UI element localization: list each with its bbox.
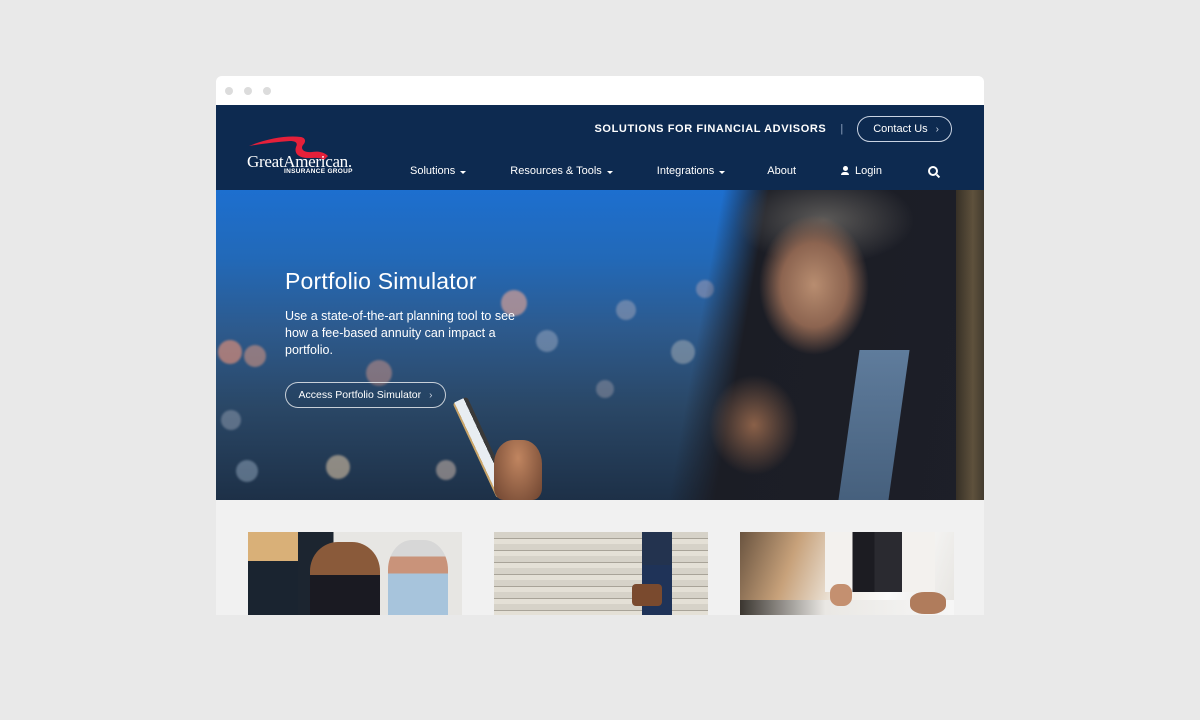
logo-subtitle: INSURANCE GROUP (284, 168, 353, 175)
window-close-button[interactable] (225, 86, 233, 95)
main-nav: Solutions Resources & Tools Integrations… (410, 163, 938, 179)
hero-banner: Portfolio Simulator Use a state-of-the-a… (216, 190, 984, 500)
hero-content: Portfolio Simulator Use a state-of-the-a… (285, 268, 525, 408)
user-icon (840, 166, 850, 176)
nav-solutions[interactable]: Solutions (410, 165, 467, 177)
browser-chrome (216, 76, 984, 105)
nav-about[interactable]: About (767, 165, 796, 177)
search-button[interactable] (927, 166, 938, 176)
window-maximize-button[interactable] (263, 86, 271, 95)
window-minimize-button[interactable] (244, 86, 252, 95)
contact-us-button[interactable]: Contact Us › (857, 116, 952, 142)
chevron-right-icon: › (429, 389, 433, 401)
browser-window: GreatAmerican. INSURANCE GROUP SOLUTIONS… (216, 76, 984, 615)
caret-down-icon (719, 170, 726, 174)
nav-login-label: Login (855, 165, 882, 177)
hero-description: Use a state-of-the-art planning tool to … (285, 309, 515, 357)
nav-resources-tools[interactable]: Resources & Tools (510, 165, 613, 177)
site-header: GreatAmerican. INSURANCE GROUP SOLUTIONS… (216, 105, 984, 190)
chevron-right-icon: › (935, 123, 939, 135)
nav-integrations[interactable]: Integrations (656, 165, 726, 177)
hero-title: Portfolio Simulator (285, 268, 477, 294)
access-portfolio-simulator-label: Access Portfolio Simulator (298, 389, 422, 401)
nav-integrations-label: Integrations (656, 165, 715, 177)
utility-separator: | (840, 123, 844, 135)
caret-down-icon (606, 170, 613, 174)
feature-cards (248, 532, 954, 615)
financial-advisors-link[interactable]: SOLUTIONS FOR FINANCIAL ADVISORS (595, 123, 827, 135)
nav-login[interactable]: Login (840, 165, 882, 177)
card-image-signing[interactable] (740, 532, 954, 615)
access-portfolio-simulator-button[interactable]: Access Portfolio Simulator › (285, 382, 446, 408)
contact-us-label: Contact Us (873, 123, 928, 135)
nav-about-label: About (767, 165, 797, 177)
utility-bar: SOLUTIONS FOR FINANCIAL ADVISORS | Conta… (595, 116, 952, 142)
card-image-stairs[interactable] (494, 532, 708, 615)
hero-person (654, 190, 984, 500)
nav-solutions-label: Solutions (410, 165, 456, 177)
card-image-team[interactable] (248, 532, 462, 615)
caret-down-icon (460, 170, 467, 174)
nav-resources-label: Resources & Tools (510, 165, 602, 177)
search-icon (927, 166, 938, 176)
